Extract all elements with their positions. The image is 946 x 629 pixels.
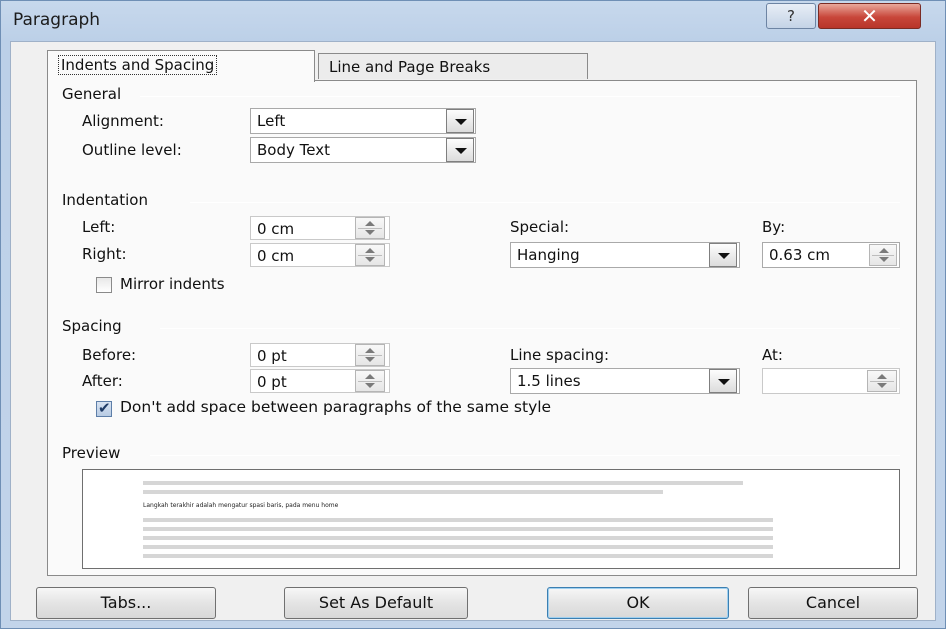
tab-indents-and-spacing[interactable]: Indents and Spacing bbox=[47, 50, 315, 82]
indent-left-label: Left: bbox=[82, 218, 116, 236]
alignment-dropdown-button[interactable] bbox=[446, 109, 474, 133]
divider bbox=[140, 96, 900, 97]
preview-following-line bbox=[143, 545, 773, 549]
spacing-after-value: 0 pt bbox=[257, 373, 287, 391]
mirror-indents-checkbox[interactable] bbox=[96, 277, 112, 293]
tab-label: Line and Page Breaks bbox=[329, 58, 491, 76]
outline-level-select[interactable]: Body Text bbox=[250, 137, 476, 163]
divider bbox=[150, 455, 900, 456]
by-value: 0.63 cm bbox=[769, 246, 831, 264]
dont-add-space-checkbox[interactable] bbox=[96, 399, 112, 417]
preview-sample-text: Langkah terakhir adalah mengatur spasi b… bbox=[143, 502, 339, 509]
dialog-title: Paragraph bbox=[13, 10, 101, 30]
close-button[interactable]: ✕ bbox=[818, 3, 921, 29]
special-value: Hanging bbox=[517, 246, 580, 264]
by-label: By: bbox=[762, 218, 786, 236]
indent-left-spinner[interactable] bbox=[355, 217, 385, 239]
outline-level-label: Outline level: bbox=[82, 141, 182, 159]
special-dropdown-button[interactable] bbox=[709, 243, 737, 267]
mirror-indents-label[interactable]: Mirror indents bbox=[120, 275, 225, 293]
line-spacing-dropdown-button[interactable] bbox=[709, 369, 737, 393]
section-spacing-title: Spacing bbox=[62, 317, 122, 335]
line-spacing-label: Line spacing: bbox=[510, 346, 610, 364]
preview-following-line bbox=[143, 518, 773, 522]
alignment-select[interactable]: Left bbox=[250, 108, 476, 134]
spacing-after-label: After: bbox=[82, 372, 123, 390]
preview-previous-line bbox=[143, 490, 663, 494]
divider bbox=[190, 202, 900, 203]
section-indentation-title: Indentation bbox=[62, 191, 148, 209]
paragraph-preview: Langkah terakhir adalah mengatur spasi b… bbox=[82, 469, 900, 569]
alignment-label: Alignment: bbox=[82, 112, 164, 130]
preview-following-line bbox=[143, 554, 773, 558]
tab-line-and-page-breaks[interactable]: Line and Page Breaks bbox=[318, 53, 588, 79]
alignment-value: Left bbox=[257, 112, 286, 130]
spacing-before-label: Before: bbox=[82, 346, 137, 364]
at-spinner[interactable] bbox=[867, 370, 897, 392]
preview-following-line bbox=[143, 536, 773, 540]
help-button[interactable]: ? bbox=[766, 3, 816, 29]
tab-label: Indents and Spacing bbox=[58, 55, 218, 75]
cancel-button[interactable]: Cancel bbox=[748, 587, 918, 619]
line-spacing-value: 1.5 lines bbox=[517, 372, 581, 390]
indent-right-spinner[interactable] bbox=[355, 244, 385, 266]
outline-level-value: Body Text bbox=[257, 141, 330, 159]
set-as-default-button[interactable]: Set As Default bbox=[284, 587, 468, 619]
divider bbox=[160, 328, 900, 329]
by-spinner[interactable] bbox=[869, 244, 897, 266]
section-general-title: General bbox=[62, 85, 122, 103]
special-label: Special: bbox=[510, 218, 570, 236]
tabs-button[interactable]: Tabs... bbox=[36, 587, 216, 619]
indent-left-value: 0 cm bbox=[257, 220, 295, 238]
spacing-before-spinner[interactable] bbox=[355, 344, 385, 366]
indent-right-label: Right: bbox=[82, 245, 127, 263]
outline-level-dropdown-button[interactable] bbox=[446, 138, 474, 162]
ok-button[interactable]: OK bbox=[547, 587, 729, 619]
preview-previous-line bbox=[143, 481, 743, 485]
indent-right-value: 0 cm bbox=[257, 247, 295, 265]
title-bar[interactable]: Paragraph ? ✕ bbox=[1, 1, 945, 41]
spacing-after-spinner[interactable] bbox=[355, 370, 385, 392]
preview-following-line bbox=[143, 527, 773, 531]
section-preview-title: Preview bbox=[62, 444, 121, 462]
line-spacing-select[interactable]: 1.5 lines bbox=[510, 368, 740, 394]
dont-add-space-label[interactable]: Don't add space between paragraphs of th… bbox=[120, 398, 551, 416]
special-select[interactable]: Hanging bbox=[510, 242, 740, 268]
at-label: At: bbox=[762, 346, 783, 364]
spacing-before-value: 0 pt bbox=[257, 347, 287, 365]
